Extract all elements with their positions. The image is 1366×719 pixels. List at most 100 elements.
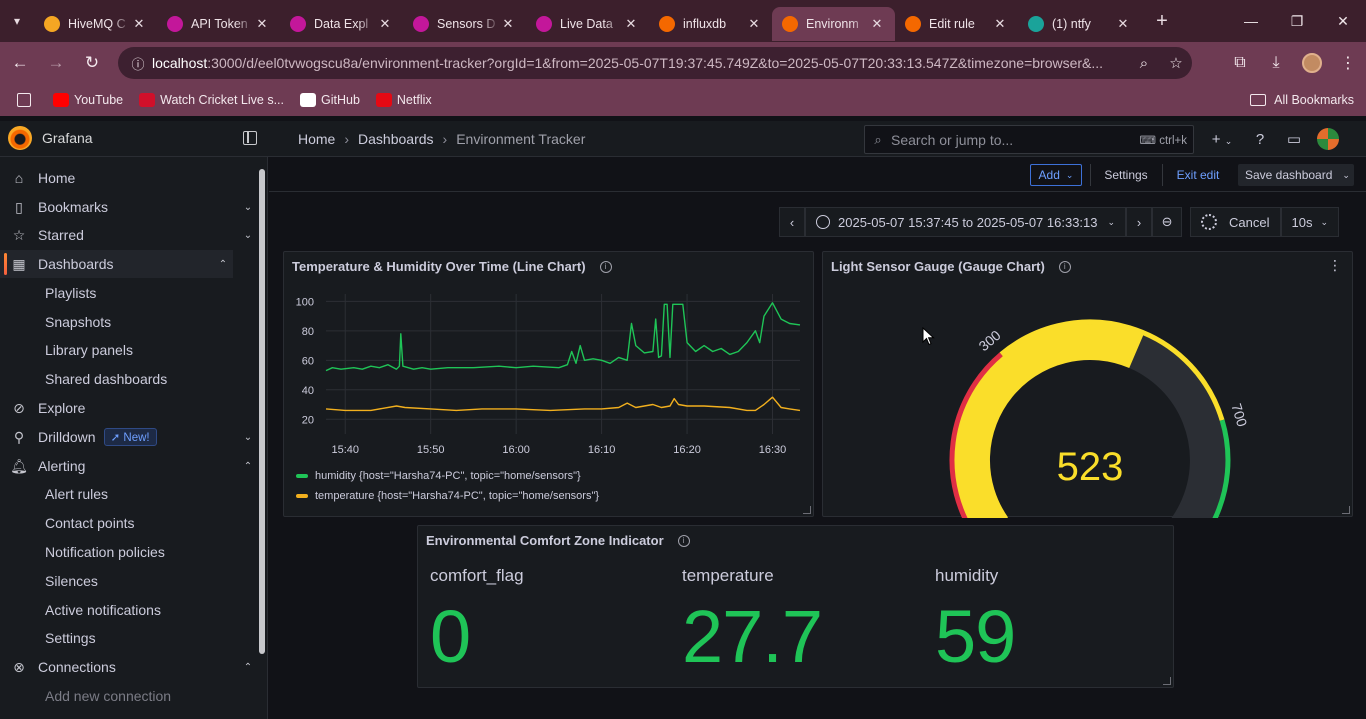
apps-grid-icon[interactable] (17, 93, 31, 107)
resize-handle[interactable] (803, 506, 811, 514)
close-window-icon[interactable]: ✕ (1320, 0, 1366, 42)
zoom-out-icon[interactable]: ⊖ (1152, 207, 1183, 237)
browser-tab[interactable]: (1) ntfy ✕ (1018, 7, 1141, 41)
save-dashboard-button[interactable]: Save dashboard ⌄ (1238, 164, 1354, 186)
zoom-search-icon[interactable]: ⌕ (1128, 55, 1160, 72)
tab-close-icon[interactable]: ✕ (869, 16, 885, 32)
chevron-up-icon[interactable]: ⌃ (213, 259, 233, 270)
chevron-down-icon[interactable]: ⌄ (238, 202, 258, 213)
url-text[interactable]: localhost:3000/d/eel0tvwogscu8a/environm… (152, 55, 1128, 71)
chevron-down-icon[interactable]: ⌄ (238, 230, 258, 241)
tab-search-icon[interactable]: ▾ (0, 0, 34, 42)
refresh-interval-picker[interactable]: 10s ⌄ (1280, 207, 1340, 237)
minimize-icon[interactable]: — (1228, 0, 1274, 42)
profile-avatar[interactable] (1302, 53, 1322, 73)
nav-label: Starred (38, 227, 84, 243)
nav-alert-rules[interactable]: Alert rules (0, 480, 258, 508)
site-info-icon[interactable]: ⓘ (124, 54, 152, 73)
nav-explore[interactable]: ⊘ Explore (0, 394, 258, 422)
chevron-up-icon[interactable]: ⌃ (238, 461, 258, 472)
nav-snapshots[interactable]: Snapshots (0, 308, 258, 336)
browser-tab[interactable]: Live Data ✕ (526, 7, 649, 41)
sidebar-scrollbar[interactable] (259, 169, 265, 654)
browser-tab[interactable]: Environm ✕ (772, 7, 895, 41)
reload-icon[interactable]: ↻ (74, 45, 110, 81)
tab-close-icon[interactable]: ✕ (992, 16, 1008, 32)
exit-edit-button[interactable]: Exit edit (1172, 164, 1224, 186)
nav-add-new-connection[interactable]: Add new connection (0, 682, 258, 710)
tab-favicon-icon (536, 16, 552, 32)
nav-starred[interactable]: ☆ Starred ⌄ (0, 221, 258, 249)
nav-bookmarks[interactable]: ▯ Bookmarks ⌄ (0, 193, 258, 221)
browser-menu-icon[interactable]: ⋮ (1330, 53, 1366, 73)
legend-item-humidity[interactable]: humidity {host="Harsha74-PC", topic="hom… (296, 470, 581, 482)
nav-drilldown[interactable]: ⚲ Drilldown ➚ New! ⌄ (0, 423, 258, 451)
nav-dashboards[interactable]: ▦ Dashboards ⌃ (0, 250, 233, 278)
time-forward-button[interactable]: › (1126, 207, 1153, 237)
bookmark-item[interactable]: Netflix (375, 93, 432, 107)
chevron-down-icon[interactable]: ⌄ (238, 432, 258, 443)
browser-tab[interactable]: influxdb ✕ (649, 7, 772, 41)
help-icon[interactable]: ? (1243, 131, 1277, 148)
browser-tab[interactable]: HiveMQ C ✕ (34, 7, 157, 41)
breadcrumb-dashboards[interactable]: Dashboards (358, 131, 434, 147)
nav-active-notifications[interactable]: Active notifications (0, 596, 258, 624)
gauge-panel[interactable]: Light Sensor Gauge (Gauge Chart)i ⋮ 0300… (822, 251, 1353, 518)
time-back-button[interactable]: ‹ (779, 207, 805, 237)
bookmark-item[interactable]: Watch Cricket Live s... (139, 93, 284, 107)
restore-icon[interactable]: ❐ (1274, 0, 1320, 42)
tab-close-icon[interactable]: ✕ (377, 16, 393, 32)
bookmark-star-icon[interactable]: ☆ (1160, 54, 1192, 72)
stat-panel[interactable]: Environmental Comfort Zone Indicator i co… (417, 525, 1174, 688)
bookmark-item[interactable]: GitHub (300, 93, 360, 107)
forward-icon[interactable]: → (38, 45, 74, 81)
info-icon[interactable]: i (677, 534, 690, 547)
add-button[interactable]: Add ⌄ (1030, 164, 1082, 186)
temperature-series-line[interactable] (325, 396, 801, 412)
browser-tab[interactable]: Sensors D ✕ (403, 7, 526, 41)
nav-alerting[interactable]: 🔔︎ Alerting ⌃ (0, 452, 258, 480)
chevron-down-icon[interactable]: ⌄ (1342, 170, 1350, 181)
bookmark-item[interactable]: YouTube (53, 93, 123, 107)
new-plus-icon[interactable]: + ⌄ (1205, 131, 1239, 148)
nav-notification-policies[interactable]: Notification policies (0, 538, 258, 566)
nav-settings[interactable]: Settings (0, 624, 258, 652)
tab-close-icon[interactable]: ✕ (131, 16, 147, 32)
extensions-icon[interactable]: ⧉ (1222, 54, 1258, 72)
chevron-up-icon[interactable]: ⌃ (238, 662, 258, 673)
search-icon: ⌕ (874, 131, 882, 147)
resize-handle[interactable] (1342, 506, 1350, 514)
search-input[interactable]: ⌕ Search or jump to... ⌨ ctrl+k (864, 125, 1194, 154)
user-avatar[interactable] (1317, 128, 1339, 150)
download-icon[interactable]: ⤓ (1258, 54, 1294, 72)
dock-menu-icon[interactable] (243, 131, 257, 145)
browser-tab[interactable]: Edit rule ✕ (895, 7, 1018, 41)
nav-library-panels[interactable]: Library panels (0, 336, 258, 364)
legend-item-temperature[interactable]: temperature {host="Harsha74-PC", topic="… (296, 490, 599, 502)
grafana-home-link[interactable]: Grafana (8, 126, 93, 150)
all-bookmarks[interactable]: All Bookmarks (1250, 84, 1354, 116)
address-bar[interactable]: ⓘ localhost:3000/d/eel0tvwogscu8a/enviro… (118, 47, 1192, 79)
new-tab-button[interactable]: + (1147, 10, 1177, 33)
resize-handle[interactable] (1163, 677, 1171, 685)
browser-tab[interactable]: Data Expl ✕ (280, 7, 403, 41)
nav-contact-points[interactable]: Contact points (0, 509, 258, 537)
back-icon[interactable]: ← (2, 45, 38, 81)
kiosk-monitor-icon[interactable]: ▭ (1277, 130, 1311, 148)
nav-connections[interactable]: ⊗ Connections ⌃ (0, 653, 258, 681)
nav-silences[interactable]: Silences (0, 567, 258, 595)
line-chart-panel[interactable]: Temperature & Humidity Over Time (Line C… (283, 251, 814, 517)
nav-playlists[interactable]: Playlists (0, 279, 258, 307)
tab-close-icon[interactable]: ✕ (500, 16, 516, 32)
cancel-refresh-button[interactable]: Cancel (1190, 207, 1281, 237)
tab-close-icon[interactable]: ✕ (254, 16, 270, 32)
tab-close-icon[interactable]: ✕ (746, 16, 762, 32)
breadcrumb-home[interactable]: Home (298, 131, 335, 147)
tab-close-icon[interactable]: ✕ (623, 16, 639, 32)
nav-home[interactable]: ⌂ Home (0, 164, 258, 192)
time-range-picker[interactable]: 2025-05-07 15:37:45 to 2025-05-07 16:33:… (805, 207, 1127, 237)
browser-tab[interactable]: API Token ✕ (157, 7, 280, 41)
nav-shared-dashboards[interactable]: Shared dashboards (0, 365, 258, 393)
tab-close-icon[interactable]: ✕ (1115, 16, 1131, 32)
settings-button[interactable]: Settings (1099, 164, 1153, 186)
